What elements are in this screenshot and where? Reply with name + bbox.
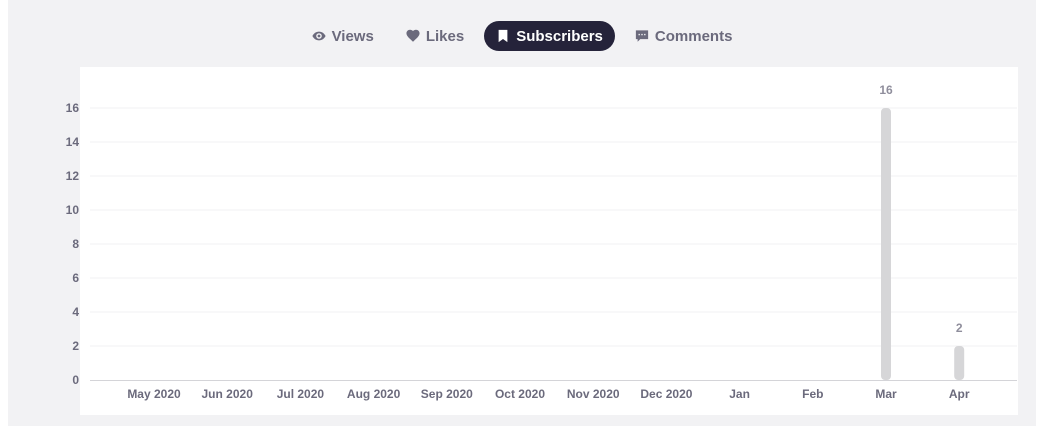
x-tick-label: Dec 2020	[640, 387, 692, 401]
bar-data-label: 16	[879, 83, 893, 97]
y-tick-label: 2	[72, 339, 79, 353]
x-tick-label: Mar	[875, 387, 897, 401]
x-tick-label: Jan	[729, 387, 750, 401]
x-tick-label: Jul 2020	[277, 387, 325, 401]
y-tick-label: 6	[72, 271, 79, 285]
x-tick-label: May 2020	[127, 387, 181, 401]
y-tick-label: 16	[66, 101, 80, 115]
bar[interactable]	[954, 346, 965, 380]
x-tick-label: Jun 2020	[202, 387, 254, 401]
x-tick-label: Feb	[802, 387, 823, 401]
x-tick-label: Aug 2020	[347, 387, 401, 401]
x-tick-label: Oct 2020	[495, 387, 545, 401]
x-tick-label: Sep 2020	[421, 387, 473, 401]
x-tick-label: Apr	[949, 387, 970, 401]
subscribers-bar-chart: 0 2 4 6 8 10 12 14 16 May 2020 Jun 2020 Jul 2020 Aug…	[66, 83, 1017, 401]
y-tick-label: 4	[72, 305, 79, 319]
y-tick-label: 14	[66, 135, 80, 149]
y-tick-label: 10	[66, 203, 80, 217]
x-tick-label: Nov 2020	[567, 387, 620, 401]
y-tick-label: 12	[66, 169, 80, 183]
y-tick-label: 0	[72, 373, 79, 387]
bar[interactable]	[881, 108, 891, 380]
bar-data-label: 2	[956, 321, 963, 335]
y-tick-label: 8	[72, 237, 79, 251]
